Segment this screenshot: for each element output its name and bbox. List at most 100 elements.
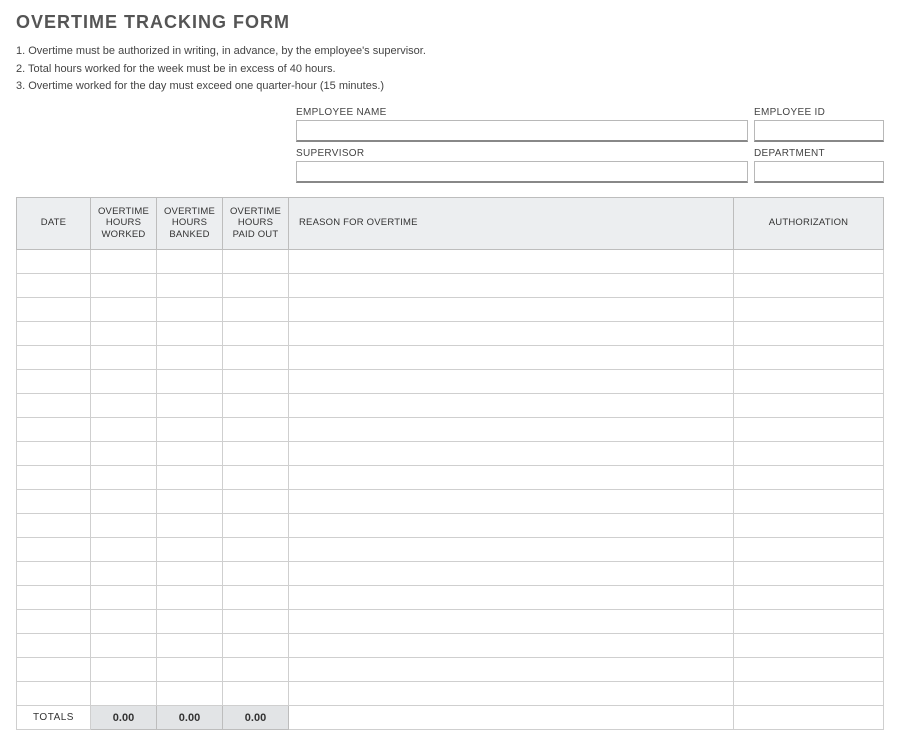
table-cell[interactable] xyxy=(223,298,289,322)
employee-name-input[interactable] xyxy=(296,120,748,142)
table-cell[interactable] xyxy=(91,610,157,634)
table-cell[interactable] xyxy=(157,658,223,682)
table-cell[interactable] xyxy=(17,442,91,466)
table-cell[interactable] xyxy=(157,586,223,610)
table-cell[interactable] xyxy=(17,370,91,394)
table-cell[interactable] xyxy=(91,322,157,346)
table-cell[interactable] xyxy=(289,250,734,274)
table-cell[interactable] xyxy=(734,586,884,610)
table-cell[interactable] xyxy=(91,586,157,610)
table-cell[interactable] xyxy=(223,610,289,634)
table-cell[interactable] xyxy=(157,442,223,466)
table-cell[interactable] xyxy=(17,250,91,274)
table-cell[interactable] xyxy=(157,274,223,298)
table-cell[interactable] xyxy=(17,394,91,418)
table-cell[interactable] xyxy=(289,418,734,442)
table-cell[interactable] xyxy=(223,394,289,418)
employee-id-input[interactable] xyxy=(754,120,884,142)
table-cell[interactable] xyxy=(17,562,91,586)
table-cell[interactable] xyxy=(734,658,884,682)
table-cell[interactable] xyxy=(289,490,734,514)
table-cell[interactable] xyxy=(734,514,884,538)
table-cell[interactable] xyxy=(734,634,884,658)
table-cell[interactable] xyxy=(91,250,157,274)
table-cell[interactable] xyxy=(734,682,884,706)
table-cell[interactable] xyxy=(734,274,884,298)
table-cell[interactable] xyxy=(91,298,157,322)
table-cell[interactable] xyxy=(17,538,91,562)
table-cell[interactable] xyxy=(91,442,157,466)
table-cell[interactable] xyxy=(17,658,91,682)
table-cell[interactable] xyxy=(91,370,157,394)
table-cell[interactable] xyxy=(734,562,884,586)
table-cell[interactable] xyxy=(223,322,289,346)
table-cell[interactable] xyxy=(223,634,289,658)
table-cell[interactable] xyxy=(157,538,223,562)
table-cell[interactable] xyxy=(289,370,734,394)
table-cell[interactable] xyxy=(157,634,223,658)
table-cell[interactable] xyxy=(17,322,91,346)
table-cell[interactable] xyxy=(734,538,884,562)
table-cell[interactable] xyxy=(289,586,734,610)
table-cell[interactable] xyxy=(157,370,223,394)
table-cell[interactable] xyxy=(17,586,91,610)
table-cell[interactable] xyxy=(157,322,223,346)
table-cell[interactable] xyxy=(734,250,884,274)
table-cell[interactable] xyxy=(223,442,289,466)
table-cell[interactable] xyxy=(734,298,884,322)
table-cell[interactable] xyxy=(91,490,157,514)
table-cell[interactable] xyxy=(223,370,289,394)
table-cell[interactable] xyxy=(289,298,734,322)
table-cell[interactable] xyxy=(734,418,884,442)
table-cell[interactable] xyxy=(157,682,223,706)
table-cell[interactable] xyxy=(157,610,223,634)
table-cell[interactable] xyxy=(17,466,91,490)
table-cell[interactable] xyxy=(91,538,157,562)
table-cell[interactable] xyxy=(734,370,884,394)
table-cell[interactable] xyxy=(91,274,157,298)
table-cell[interactable] xyxy=(289,658,734,682)
table-cell[interactable] xyxy=(91,562,157,586)
table-cell[interactable] xyxy=(223,466,289,490)
table-cell[interactable] xyxy=(157,394,223,418)
table-cell[interactable] xyxy=(157,490,223,514)
table-cell[interactable] xyxy=(157,250,223,274)
table-cell[interactable] xyxy=(734,490,884,514)
table-cell[interactable] xyxy=(17,634,91,658)
table-cell[interactable] xyxy=(17,298,91,322)
table-cell[interactable] xyxy=(289,610,734,634)
table-cell[interactable] xyxy=(289,562,734,586)
table-cell[interactable] xyxy=(17,610,91,634)
table-cell[interactable] xyxy=(223,274,289,298)
table-cell[interactable] xyxy=(17,490,91,514)
table-cell[interactable] xyxy=(157,514,223,538)
table-cell[interactable] xyxy=(223,514,289,538)
table-cell[interactable] xyxy=(223,586,289,610)
table-cell[interactable] xyxy=(91,682,157,706)
table-cell[interactable] xyxy=(734,346,884,370)
table-cell[interactable] xyxy=(223,418,289,442)
table-cell[interactable] xyxy=(289,322,734,346)
table-cell[interactable] xyxy=(91,634,157,658)
table-cell[interactable] xyxy=(157,418,223,442)
table-cell[interactable] xyxy=(157,346,223,370)
table-cell[interactable] xyxy=(91,346,157,370)
table-cell[interactable] xyxy=(289,274,734,298)
table-cell[interactable] xyxy=(734,442,884,466)
table-cell[interactable] xyxy=(289,682,734,706)
table-cell[interactable] xyxy=(157,562,223,586)
table-cell[interactable] xyxy=(17,418,91,442)
table-cell[interactable] xyxy=(734,394,884,418)
table-cell[interactable] xyxy=(289,466,734,490)
table-cell[interactable] xyxy=(157,298,223,322)
table-cell[interactable] xyxy=(91,514,157,538)
department-input[interactable] xyxy=(754,161,884,183)
table-cell[interactable] xyxy=(223,490,289,514)
table-cell[interactable] xyxy=(17,274,91,298)
table-cell[interactable] xyxy=(289,514,734,538)
table-cell[interactable] xyxy=(289,634,734,658)
table-cell[interactable] xyxy=(289,538,734,562)
table-cell[interactable] xyxy=(289,346,734,370)
table-cell[interactable] xyxy=(17,682,91,706)
table-cell[interactable] xyxy=(223,538,289,562)
